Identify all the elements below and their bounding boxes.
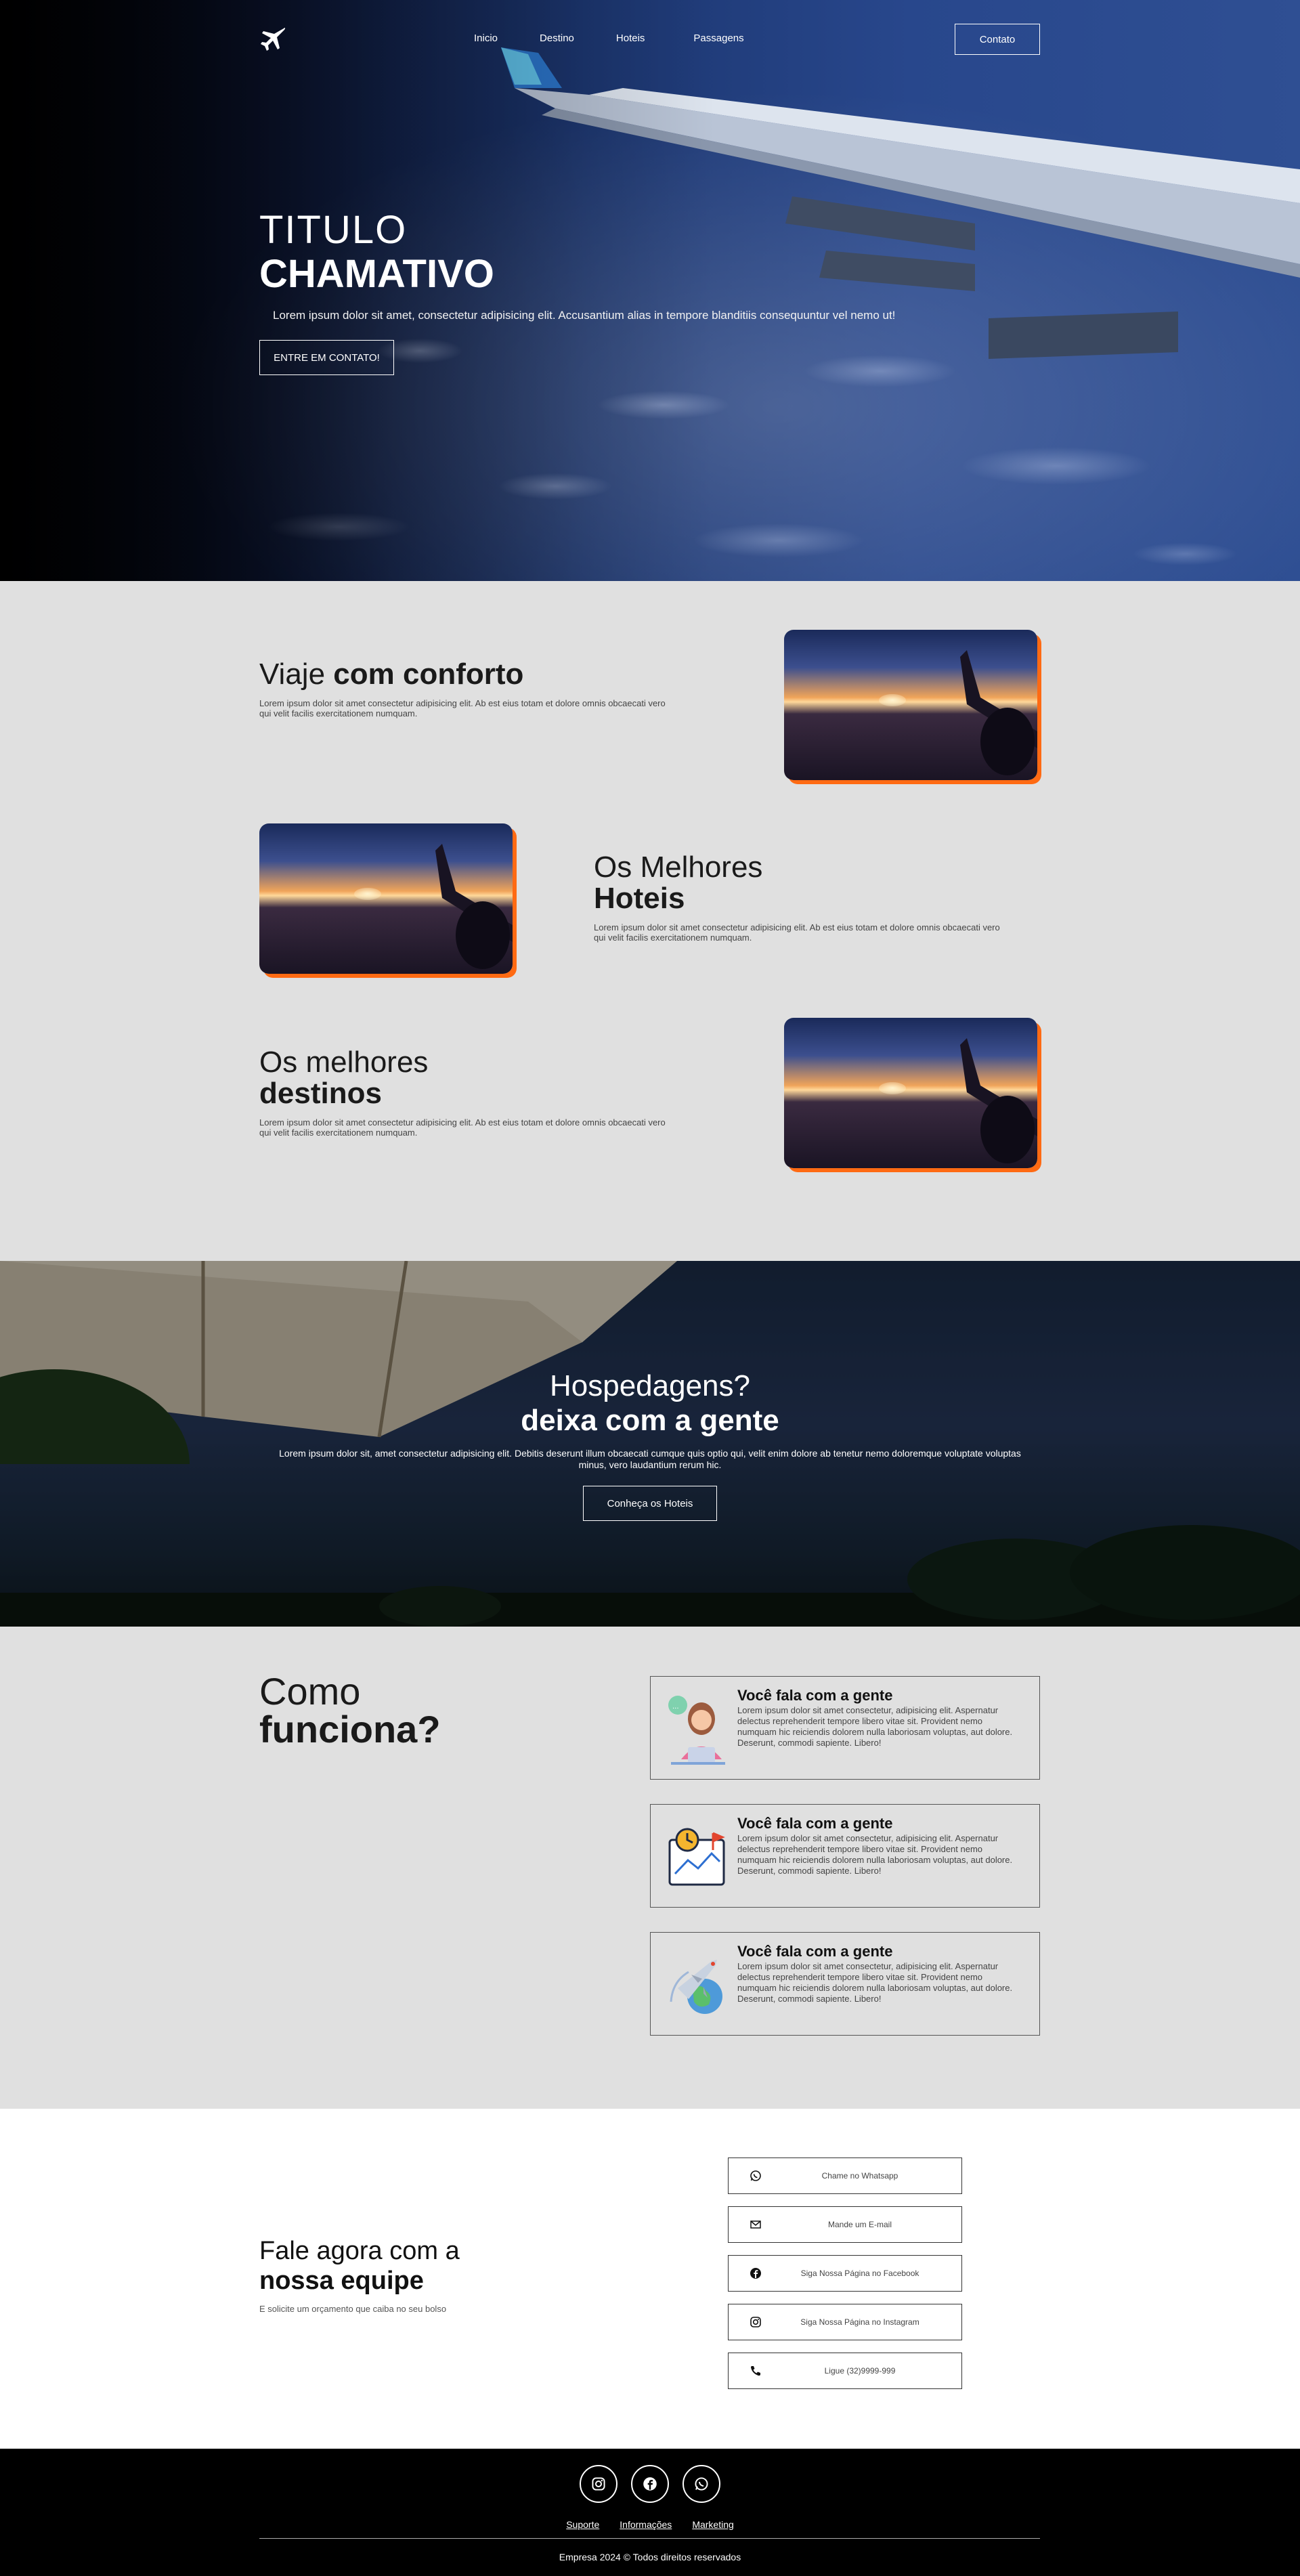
- feature-text: Lorem ipsum dolor sit amet consectetur a…: [259, 1117, 666, 1138]
- email-icon: [729, 2218, 783, 2231]
- how-card-body: Você fala com a gente Lorem ipsum dolor …: [737, 1816, 1022, 1896]
- phone-contact-label: Ligue (32)9999-999: [824, 2366, 896, 2376]
- footer-link-marketing[interactable]: Marketing: [692, 2519, 733, 2530]
- how-card-body: Você fala com a gente Lorem ipsum dolor …: [737, 1688, 1022, 1768]
- cta-title-light: Hospedagens?: [549, 1369, 750, 1402]
- features-section: Viaje com conforto Lorem ipsum dolor sit…: [0, 581, 1300, 1261]
- how-card-title: Você fala com a gente: [737, 1943, 893, 1960]
- footer-divider: [259, 2538, 1040, 2539]
- how-card-text: Lorem ipsum dolor sit amet consectetur, …: [737, 1833, 1013, 1876]
- feature-hotels: Os Melhores Hoteis Lorem ipsum dolor sit…: [594, 852, 1000, 943]
- contact-section: Fale agora com a nossa equipe E solicite…: [0, 2109, 1300, 2449]
- airplane-logo-icon[interactable]: [259, 26, 286, 53]
- nav-link-passagens[interactable]: Passagens: [693, 33, 743, 44]
- contact-title-bold: nossa equipe: [259, 2267, 424, 2295]
- whatsapp-contact-label: Chame no Whatsapp: [821, 2171, 898, 2181]
- feature-title-bold: com conforto: [333, 658, 524, 691]
- instagram-icon[interactable]: [580, 2465, 618, 2503]
- feature-title-bold: Hoteis: [594, 882, 685, 915]
- how-card-text: Lorem ipsum dolor sit amet consectetur, …: [737, 1705, 1013, 1748]
- feature-title-light: Viaje: [259, 658, 334, 691]
- navbar: Inicio Destino Hoteis Passagens Contato: [0, 0, 1300, 78]
- sunset-wing-photo: [259, 823, 513, 974]
- how-card: Você fala com a gente Lorem ipsum dolor …: [650, 1932, 1040, 2036]
- contact-subtitle: E solicite um orçamento que caiba no seu…: [259, 2304, 447, 2314]
- feature-text: Lorem ipsum dolor sit amet consectetur a…: [594, 922, 1000, 943]
- footer-link-suporte[interactable]: Suporte: [566, 2519, 599, 2530]
- feature-title-light: Os Melhores: [594, 851, 763, 884]
- footer: Suporte Informações Marketing Empresa 20…: [0, 2449, 1300, 2576]
- how-it-works-section: Como funciona? ... Você fala com a gente …: [0, 1627, 1300, 2109]
- facebook-contact-button[interactable]: Siga Nossa Página no Facebook: [728, 2255, 962, 2292]
- feature-comfort: Viaje com conforto Lorem ipsum dolor sit…: [259, 659, 666, 719]
- hotels-cta-section: Hospedagens? deixa com a gente Lorem ips…: [0, 1261, 1300, 1627]
- footer-social-icons: [0, 2465, 1300, 2503]
- svg-text:...: ...: [672, 1703, 679, 1711]
- feature-title-bold: destinos: [259, 1077, 382, 1110]
- instagram-contact-button[interactable]: Siga Nossa Página no Instagram: [728, 2304, 962, 2340]
- email-contact-label: Mande um E-mail: [827, 2220, 892, 2229]
- how-card-title: Você fala com a gente: [737, 1687, 893, 1704]
- contact-title-light: Fale agora com a: [259, 2237, 460, 2265]
- sunset-wing-photo: [784, 1018, 1037, 1168]
- cta-text: Lorem ipsum dolor sit, amet consectetur …: [279, 1448, 1021, 1470]
- nav-link-inicio[interactable]: Inicio: [474, 33, 498, 44]
- email-contact-button[interactable]: Mande um E-mail: [728, 2206, 962, 2243]
- how-card: ... Você fala com a gente Lorem ipsum do…: [650, 1676, 1040, 1780]
- get-in-touch-button[interactable]: ENTRE EM CONTATO!: [259, 340, 394, 375]
- facebook-contact-label: Siga Nossa Página no Facebook: [800, 2269, 919, 2278]
- whatsapp-icon: [729, 2170, 783, 2182]
- how-title: Como funciona?: [259, 1673, 441, 1748]
- cta-content: Hospedagens? deixa com a gente Lorem ips…: [0, 1369, 1300, 1521]
- instagram-icon: [729, 2316, 783, 2328]
- feature-destinations: Os melhores destinos Lorem ipsum dolor s…: [259, 1047, 666, 1138]
- how-title-bold: funciona?: [259, 1708, 441, 1751]
- contact-heading: Fale agora com a nossa equipe E solicite…: [259, 2236, 460, 2314]
- hero-content: TITULO CHAMATIVO Lorem ipsum dolor sit a…: [259, 209, 895, 375]
- footer-links: Suporte Informações Marketing: [0, 2519, 1300, 2530]
- whatsapp-contact-button[interactable]: Chame no Whatsapp: [728, 2158, 962, 2194]
- instagram-contact-label: Siga Nossa Página no Instagram: [800, 2317, 919, 2327]
- map-clock-icon: [668, 1828, 725, 1886]
- sunset-wing-photo: [784, 630, 1037, 780]
- feature-title-light: Os melhores: [259, 1046, 429, 1079]
- hero-lead: Lorem ipsum dolor sit amet, consectetur …: [273, 309, 896, 322]
- how-title-light: Como: [259, 1670, 361, 1713]
- hero-title-bold: CHAMATIVO: [259, 252, 494, 296]
- feature-title: Os Melhores Hoteis: [594, 852, 1000, 914]
- whatsapp-icon[interactable]: [682, 2465, 720, 2503]
- hero-title-light: TITULO: [259, 208, 408, 252]
- phone-contact-button[interactable]: Ligue (32)9999-999: [728, 2353, 962, 2389]
- see-hotels-button[interactable]: Conheça os Hoteis: [583, 1486, 717, 1521]
- cta-title-bold: deixa com a gente: [521, 1404, 779, 1437]
- contact-button[interactable]: Contato: [955, 24, 1040, 55]
- hero-section: Inicio Destino Hoteis Passagens Contato …: [0, 0, 1300, 581]
- how-card-text: Lorem ipsum dolor sit amet consectetur, …: [737, 1961, 1013, 2004]
- nav-link-destino[interactable]: Destino: [540, 33, 574, 44]
- support-agent-icon: ...: [668, 1696, 725, 1765]
- feature-title: Viaje com conforto: [259, 659, 666, 690]
- feature-title: Os melhores destinos: [259, 1047, 666, 1109]
- footer-link-informacoes[interactable]: Informações: [620, 2519, 672, 2530]
- how-card: Você fala com a gente Lorem ipsum dolor …: [650, 1804, 1040, 1908]
- phone-icon: [729, 2365, 783, 2377]
- feature-text: Lorem ipsum dolor sit amet consectetur a…: [259, 698, 666, 718]
- how-card-title: Você fala com a gente: [737, 1815, 893, 1832]
- how-card-body: Você fala com a gente Lorem ipsum dolor …: [737, 1944, 1022, 2024]
- nav-link-hoteis[interactable]: Hoteis: [616, 33, 645, 44]
- facebook-icon: [729, 2267, 783, 2279]
- footer-copyright: Empresa 2024 © Todos direitos reservados: [559, 2552, 741, 2562]
- nav-links: Inicio Destino Hoteis Passagens: [474, 33, 744, 44]
- facebook-icon[interactable]: [631, 2465, 669, 2503]
- plane-globe-icon: [670, 1960, 722, 2014]
